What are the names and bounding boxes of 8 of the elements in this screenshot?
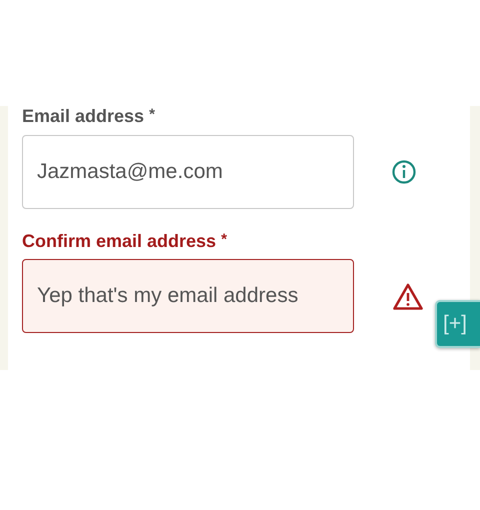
required-asterisk: * (149, 106, 155, 123)
input-field[interactable]: Jazmasta@me.com (22, 135, 354, 209)
field-label: Confirm email address (22, 231, 216, 252)
field-label: Email address (22, 106, 144, 127)
warning-icon (393, 282, 423, 310)
input-field[interactable]: Yep that's my email address (22, 259, 354, 333)
required-asterisk: * (221, 231, 227, 248)
info-icon[interactable] (392, 160, 416, 184)
